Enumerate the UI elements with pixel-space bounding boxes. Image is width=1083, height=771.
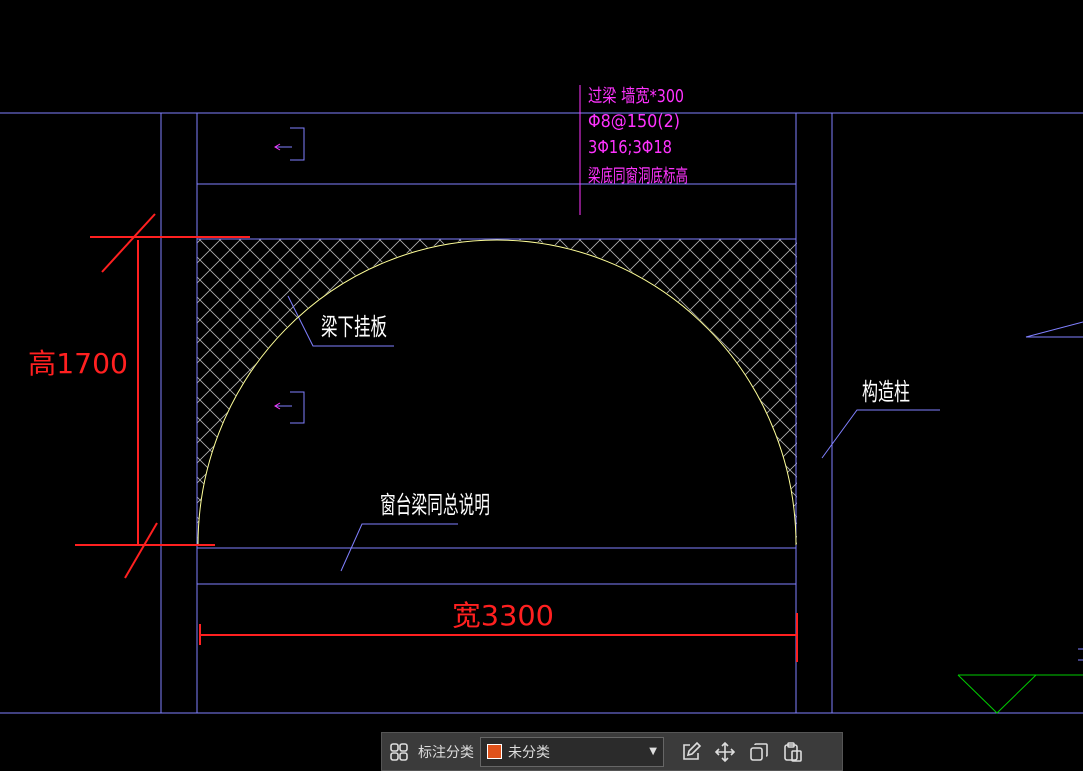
width-dimension-label: 宽3300	[452, 599, 554, 632]
column-label: 构造柱	[862, 378, 910, 406]
grid-icon	[390, 742, 408, 761]
edit-button[interactable]	[674, 735, 708, 769]
copy-icon	[750, 742, 768, 761]
category-select[interactable]: 未分类 ▼	[480, 736, 664, 767]
beam-annotation: 过梁 墙宽*300 Φ8@150(2) 3Φ16;3Φ18 梁底同窗洞底标高	[588, 86, 688, 187]
category-grid-button[interactable]	[382, 735, 416, 769]
height-dimension-label: 高1700	[28, 347, 128, 380]
copy-button[interactable]	[742, 735, 776, 769]
paste-icon	[784, 741, 802, 762]
beam-line-2: Φ8@150(2)	[588, 111, 680, 132]
category-label: 标注分类	[418, 744, 474, 761]
hanging-board-label: 梁下挂板	[321, 313, 387, 341]
category-select-value: 未分类	[508, 744, 550, 761]
chevron-down-icon: ▼	[649, 746, 657, 757]
cad-drawing-canvas[interactable]: 过梁 墙宽*300 Φ8@150(2) 3Φ16;3Φ18 梁底同窗洞底标高 梁…	[0, 0, 1083, 771]
category-color-swatch	[487, 744, 502, 759]
paste-button[interactable]	[776, 735, 810, 769]
hanging-board-hatch	[197, 239, 797, 545]
beam-line-4: 梁底同窗洞底标高	[588, 166, 688, 187]
annotation-toolbar: 标注分类 未分类 ▼	[381, 732, 843, 771]
edit-icon	[683, 741, 702, 760]
beam-line-1: 过梁 墙宽*300	[588, 86, 684, 107]
move-button[interactable]	[708, 735, 742, 769]
sill-beam-label: 窗台梁同总说明	[380, 491, 490, 519]
elevation-marker	[957, 674, 1083, 714]
beam-line-3: 3Φ16;3Φ18	[588, 137, 672, 158]
move-icon	[714, 741, 736, 762]
